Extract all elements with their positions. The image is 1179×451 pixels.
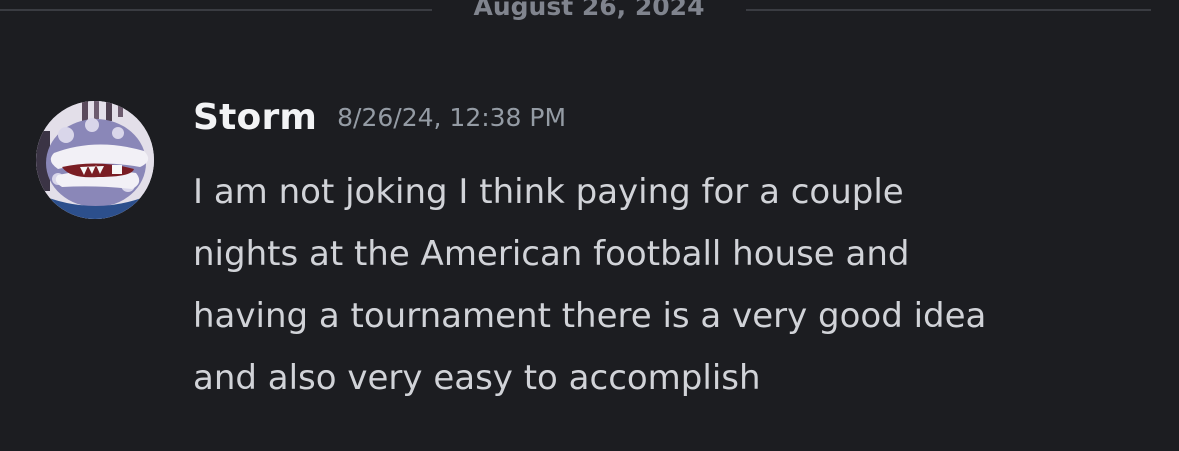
message-timestamp: 8/26/24, 12:38 PM [337,103,567,132]
message-header: Storm 8/26/24, 12:38 PM [193,97,566,138]
divider-line-left [0,9,432,11]
user-avatar[interactable] [36,101,154,219]
message-content: I am not joking I think paying for a cou… [193,172,987,398]
divider-line-right [746,9,1151,11]
date-divider: August 26, 2024 [0,0,1179,30]
piranha-plant-avatar-icon [36,101,154,219]
divider-date-label: August 26, 2024 [473,0,705,21]
username[interactable]: Storm [193,97,317,138]
